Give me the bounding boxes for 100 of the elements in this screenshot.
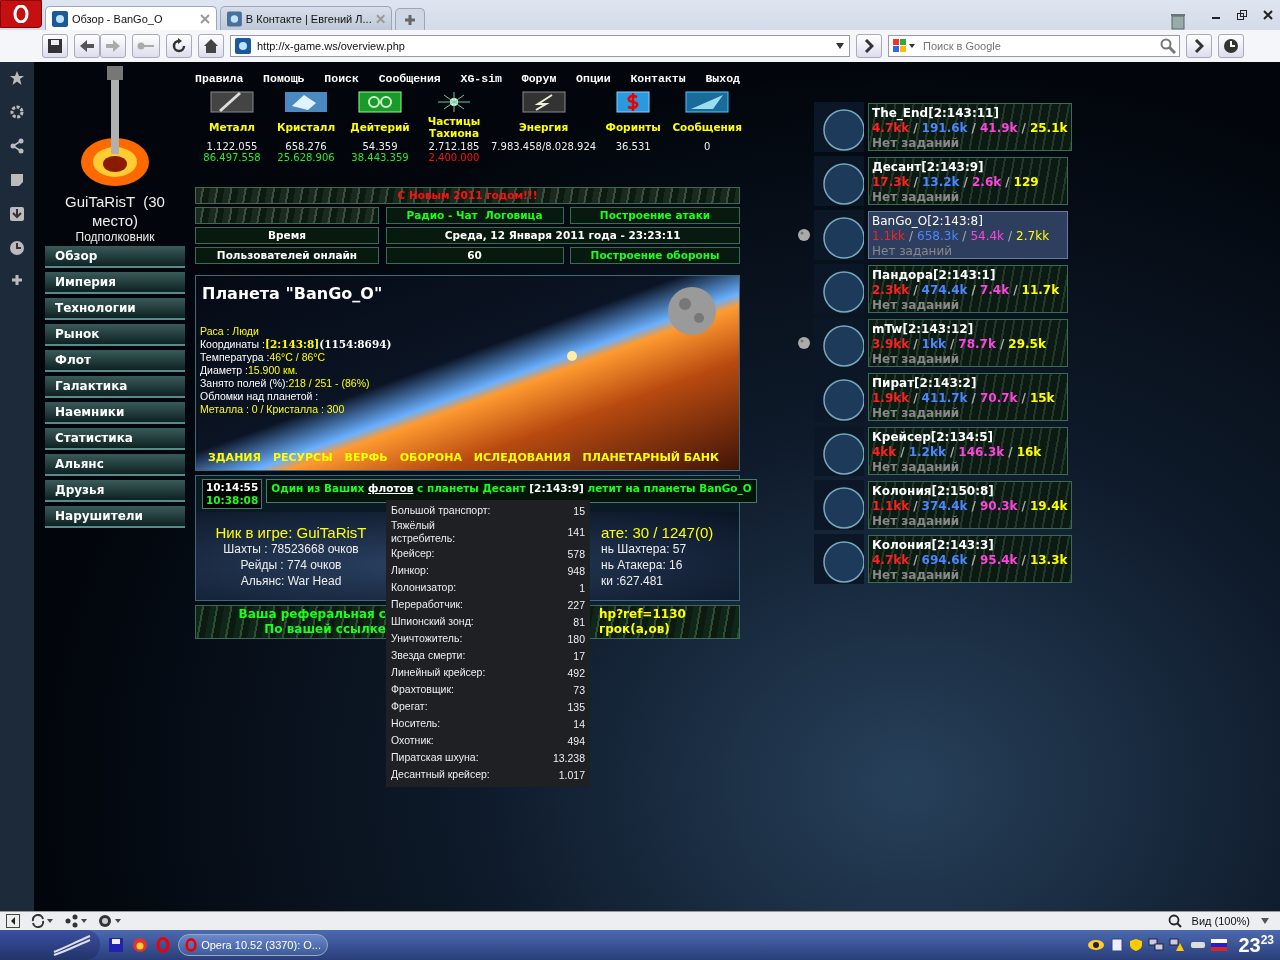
- planet-card[interactable]: Пират[2:143:2] 1.9kk / 411.7k / 70.7k / 15k Нет заданий: [868, 373, 1068, 421]
- nav-link[interactable]: Форум: [521, 72, 557, 85]
- menu-item[interactable]: Рынок: [45, 324, 185, 346]
- go-button[interactable]: [1186, 34, 1212, 58]
- planet-link[interactable]: ЗДАНИЯ: [208, 451, 261, 464]
- stat-text: ате: 30 / 1247(0): [601, 523, 714, 541]
- taskbar-task[interactable]: Opera 10.52 (3370): О...: [178, 934, 328, 956]
- back-arrow-icon: [79, 39, 95, 53]
- home-button[interactable]: [198, 34, 224, 58]
- nav-link[interactable]: Поиск: [324, 72, 359, 85]
- planet-link[interactable]: ИСЛЕДОВАНИЯ: [473, 451, 571, 464]
- planet-thumbnail[interactable]: [814, 264, 864, 314]
- gear-icon[interactable]: [9, 104, 25, 120]
- menu-item[interactable]: Наемники: [45, 402, 185, 424]
- menu-item[interactable]: Статистика: [45, 428, 185, 450]
- nav-link[interactable]: Выход: [705, 72, 740, 85]
- zoom-level[interactable]: Вид (100%): [1191, 915, 1250, 927]
- nav-link[interactable]: Правила: [195, 72, 244, 85]
- planet-card[interactable]: Колония[2:150:8] 1.1kk / 374.4k / 90.3k / 19.4k Нет заданий: [868, 481, 1072, 529]
- planet-thumbnail[interactable]: [814, 318, 864, 368]
- dropdown-arrow-icon[interactable]: [835, 42, 845, 50]
- planet-card[interactable]: Пандора[2:143:1] 2.3kk / 474.4k / 7.4k / 11.7k Нет заданий: [868, 265, 1068, 313]
- globe-icon[interactable]: [98, 914, 122, 928]
- network-warning-icon[interactable]: [1169, 938, 1186, 952]
- chat-link[interactable]: Радио - Чат Логовица: [385, 207, 564, 224]
- clock-icon[interactable]: [9, 240, 25, 256]
- moon-icon[interactable]: [797, 336, 811, 350]
- menu-item[interactable]: Обзор: [45, 246, 185, 268]
- planet-card[interactable]: mTw[2:143:12] 3.9kk / 1kk / 78.7k / 29.5k Нет заданий: [868, 319, 1068, 367]
- sync-icon[interactable]: [30, 914, 54, 928]
- nav-link[interactable]: XG-sim: [460, 72, 502, 85]
- restore-icon[interactable]: [1236, 9, 1248, 21]
- nav-link[interactable]: Контакты: [630, 72, 686, 85]
- new-tab-button[interactable]: [395, 8, 425, 30]
- floppy-icon[interactable]: [108, 937, 124, 953]
- slash-divider: /: [999, 337, 1005, 352]
- resource-value: 17.3k: [872, 175, 910, 190]
- browser-tab[interactable]: Обзор - BanGo_O: [45, 6, 217, 30]
- menu-item[interactable]: Империя: [45, 272, 185, 294]
- nav-link[interactable]: Сообщения: [378, 72, 441, 85]
- planet-card[interactable]: Десант[2:143:9] 17.3k / 13.2k / 2.6k / 129 Нет заданий: [868, 157, 1068, 205]
- planet-name: Колония[2:150:8]: [872, 484, 995, 499]
- attack-builder-link[interactable]: Построение атаки: [570, 207, 740, 224]
- address-field[interactable]: http://x-game.ws/overview.php: [230, 35, 850, 57]
- browser-tab[interactable]: В Контакте | Евгений Л...: [220, 6, 392, 30]
- share-icon[interactable]: [9, 138, 25, 154]
- back-button[interactable]: [74, 34, 100, 58]
- resource-capacity: 38.443.359: [351, 152, 409, 163]
- planet-card[interactable]: Крейсер[2:134:5] 4kk / 1.2kk / 146.3k / 16k Нет заданий: [868, 427, 1068, 475]
- moon-icon[interactable]: [797, 228, 811, 242]
- flag-icon[interactable]: [1211, 939, 1228, 951]
- resource-value: 474.4k: [921, 283, 968, 298]
- stat-text: Шахты : 78523668 очков: [223, 541, 359, 557]
- document-icon[interactable]: [1110, 938, 1125, 952]
- close-icon[interactable]: [1262, 9, 1274, 21]
- note-icon[interactable]: [9, 172, 25, 188]
- flame-icon[interactable]: [132, 937, 148, 953]
- planet-thumbnail[interactable]: [814, 210, 864, 260]
- planet-card[interactable]: BanGo_O[2:143:8] 1.1kk / 658.3k / 54.4k / 2.7kk Нет заданий: [868, 211, 1068, 259]
- resource-value: 15k: [1029, 391, 1055, 406]
- planet-link[interactable]: ПЛАНЕТАРНЫЙ БАНК: [582, 451, 719, 464]
- history-button[interactable]: [1218, 34, 1244, 58]
- save-button[interactable]: [42, 34, 68, 58]
- plus-icon[interactable]: [11, 274, 23, 286]
- menu-item[interactable]: Технологии: [45, 298, 185, 320]
- google-icon[interactable]: [892, 38, 916, 54]
- planet-card[interactable]: The_End[2:143:11] 4.7kk / 191.6k / 41.9k / 25.1k Нет заданий: [868, 103, 1072, 151]
- go-button[interactable]: [856, 34, 882, 58]
- menu-item[interactable]: Нарушители: [45, 506, 185, 528]
- dropdown-arrow-icon[interactable]: [1260, 917, 1270, 925]
- menu-item[interactable]: Альянс: [45, 454, 185, 476]
- network-icon[interactable]: [1148, 938, 1165, 952]
- planet-thumbnail[interactable]: [814, 156, 864, 206]
- planet-card[interactable]: Колония[2:143:3] 4.7kk / 694.6k / 95.4k / 13.3k Нет заданий: [868, 535, 1072, 583]
- panel-toggle-icon[interactable]: [6, 914, 20, 928]
- shield-icon[interactable]: [1129, 938, 1144, 952]
- opera-menu-button[interactable]: [0, 0, 42, 28]
- search-icon[interactable]: [1160, 38, 1176, 54]
- fleet-link[interactable]: флотов: [368, 482, 414, 494]
- planet-thumbnail[interactable]: [814, 480, 864, 530]
- ship-count: 1: [579, 581, 585, 594]
- nav-link[interactable]: Помощь: [263, 72, 305, 85]
- planet-thumbnail[interactable]: [814, 102, 864, 152]
- trash-icon[interactable]: [1169, 12, 1187, 30]
- planet-thumbnail[interactable]: [814, 534, 864, 584]
- nav-link[interactable]: Опции: [576, 72, 611, 85]
- menu-item[interactable]: Галактика: [45, 376, 185, 398]
- menu-item[interactable]: Друзья: [45, 480, 185, 502]
- floppy-icon: [47, 38, 63, 54]
- search-field[interactable]: Поиск в Google: [888, 35, 1180, 57]
- reload-button[interactable]: [166, 34, 192, 58]
- planet-link[interactable]: ОБОРОНА: [399, 451, 462, 464]
- download-icon[interactable]: [9, 206, 25, 222]
- star-icon[interactable]: [9, 70, 25, 86]
- eye-icon[interactable]: [1087, 938, 1106, 952]
- resource-value: 7.4k: [979, 283, 1010, 298]
- menu-item[interactable]: Флот: [45, 350, 185, 372]
- start-button[interactable]: [0, 930, 100, 960]
- share-icon[interactable]: [64, 914, 88, 928]
- defense-builder-link[interactable]: Построение обороны: [570, 247, 740, 264]
